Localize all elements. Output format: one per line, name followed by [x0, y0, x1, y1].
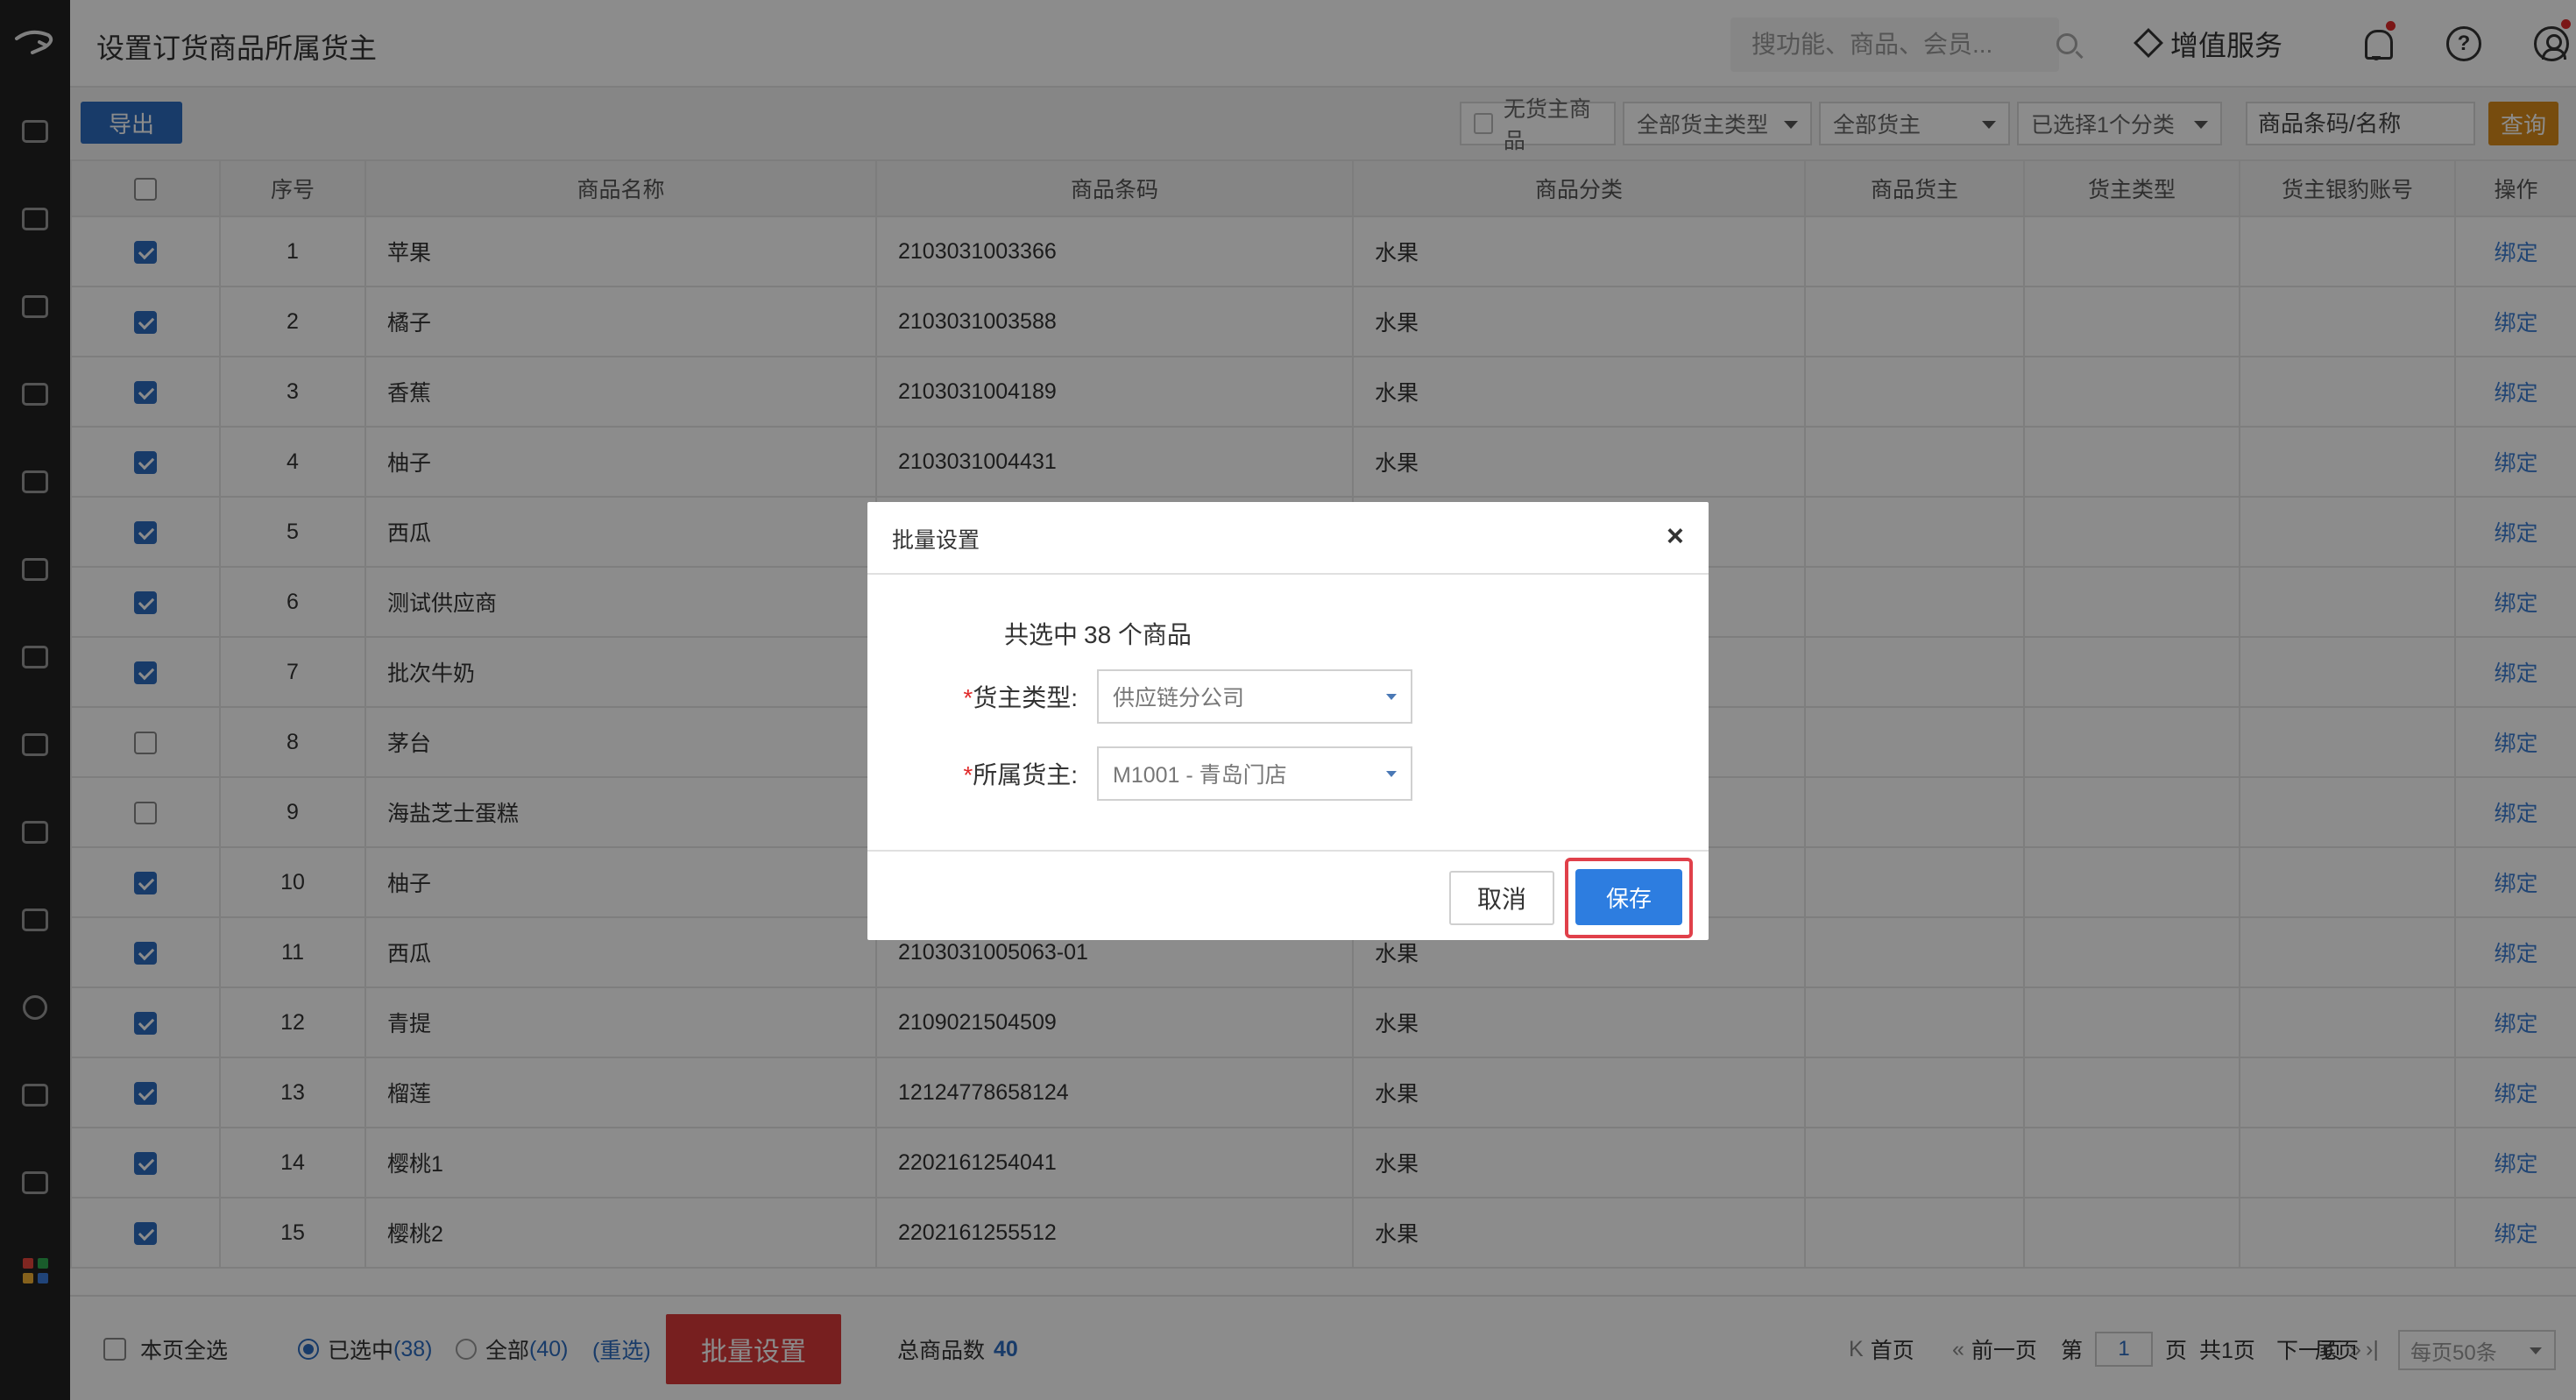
owner-type-dropdown[interactable]: 供应链分公司	[1097, 669, 1412, 724]
selected-summary-label: 共选中	[1003, 621, 1078, 648]
batch-setting-dialog: 批量设置 × 共选中 38 个商品 *货主类型: 供应链分公司 *所属货主: M…	[867, 502, 1709, 940]
selected-summary-value: 38 个商品	[1084, 621, 1192, 648]
required-mark: *	[963, 684, 973, 711]
cancel-button[interactable]: 取消	[1449, 871, 1554, 925]
dialog-footer-divider	[867, 850, 1709, 852]
owner-dropdown[interactable]: M1001 - 青岛门店	[1097, 746, 1412, 801]
owner-type-label-text: 货主类型:	[973, 684, 1078, 711]
chevron-down-icon	[1386, 771, 1397, 777]
owner-label-text: 所属货主:	[973, 761, 1078, 788]
dialog-divider	[867, 573, 1709, 575]
dialog-title: 批量设置	[892, 528, 980, 553]
save-button[interactable]: 保存	[1575, 869, 1682, 925]
owner-type-field-label: *货主类型:	[867, 679, 1078, 714]
owner-type-dropdown-value: 供应链分公司	[1113, 686, 1245, 711]
owner-field-label: *所属货主:	[867, 756, 1078, 791]
chevron-down-icon	[1386, 694, 1397, 700]
required-mark: *	[963, 761, 973, 788]
close-icon[interactable]: ×	[1667, 520, 1684, 554]
owner-dropdown-value: M1001 - 青岛门店	[1113, 763, 1287, 788]
